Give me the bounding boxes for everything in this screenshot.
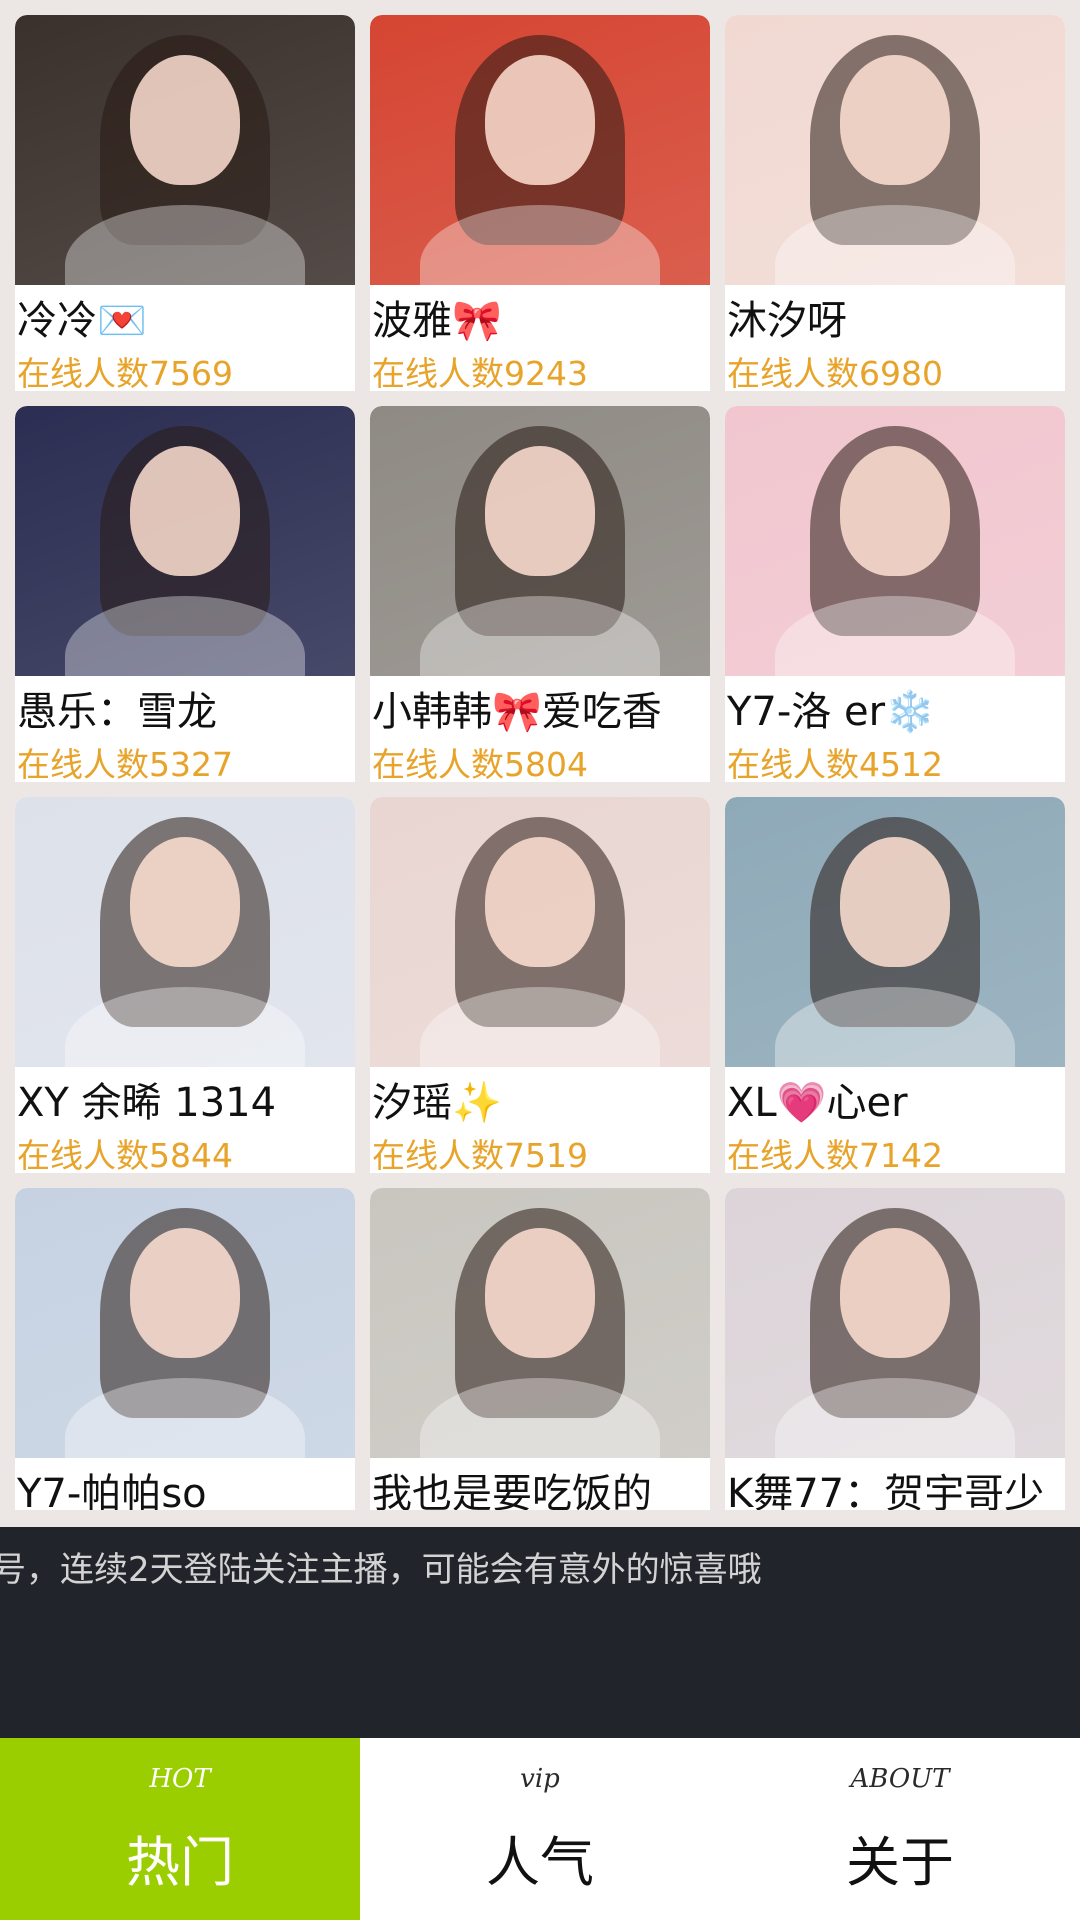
portrait-face xyxy=(485,1228,595,1358)
stream-card[interactable]: 冷冷💌 在线人数7569 xyxy=(15,15,355,391)
streamer-name: 我也是要吃饭的 xyxy=(372,1471,652,1510)
streamer-name: 冷冷💌 xyxy=(17,298,147,344)
stream-card[interactable]: 沐汐呀 在线人数6980 xyxy=(725,15,1065,391)
stream-card[interactable]: 汐瑶✨ 在线人数7519 xyxy=(370,797,710,1173)
bottom-tab-bar: HOT 热门 vip 人气 ABOUT 关于 xyxy=(0,1738,1080,1920)
stream-card[interactable]: XL💗心er 在线人数7142 xyxy=(725,797,1065,1173)
stream-thumbnail[interactable] xyxy=(725,1188,1065,1458)
tab-hot-label: 热门 xyxy=(126,1831,234,1894)
tab-hot[interactable]: HOT 热门 xyxy=(0,1738,360,1920)
online-count: 在线人数5327 xyxy=(17,745,233,782)
stream-thumbnail[interactable] xyxy=(15,15,355,285)
portrait-face xyxy=(485,837,595,967)
streamer-name: Y7-洛 er❄️ xyxy=(727,689,935,735)
streamer-name: 小韩韩🎀爱吃香 xyxy=(372,689,662,735)
portrait-face xyxy=(130,55,240,185)
portrait-face xyxy=(130,837,240,967)
online-count: 在线人数5804 xyxy=(372,745,588,782)
stream-card[interactable]: 小韩韩🎀爱吃香 在线人数5804 xyxy=(370,406,710,782)
stream-thumbnail[interactable] xyxy=(370,797,710,1067)
notice-ticker: 号，连续2天登陆关注主播，可能会有意外的惊喜哦 xyxy=(0,1527,1080,1738)
tab-about-subtitle: ABOUT xyxy=(850,1764,950,1794)
portrait-face xyxy=(485,446,595,576)
tab-vip[interactable]: vip 人气 xyxy=(360,1738,720,1920)
portrait-face xyxy=(130,446,240,576)
portrait-face xyxy=(840,55,950,185)
portrait-face xyxy=(485,55,595,185)
streamer-name: 愚乐：雪龙 xyxy=(17,689,217,735)
portrait-face xyxy=(840,837,950,967)
stream-thumbnail[interactable] xyxy=(15,1188,355,1458)
stream-card[interactable]: 波雅🎀 在线人数9243 xyxy=(370,15,710,391)
online-count: 在线人数7142 xyxy=(727,1136,943,1173)
stream-card[interactable]: 我也是要吃饭的 xyxy=(370,1188,710,1510)
tab-vip-subtitle: vip xyxy=(520,1764,560,1794)
tab-vip-label: 人气 xyxy=(486,1831,594,1894)
notice-text: 号，连续2天登陆关注主播，可能会有意外的惊喜哦 xyxy=(0,1550,762,1590)
stream-card[interactable]: Y7-帕帕so xyxy=(15,1188,355,1510)
stream-thumbnail[interactable] xyxy=(725,15,1065,285)
stream-thumbnail[interactable] xyxy=(15,406,355,676)
stream-thumbnail[interactable] xyxy=(725,797,1065,1067)
tab-about-label: 关于 xyxy=(846,1831,954,1894)
tab-hot-subtitle: HOT xyxy=(149,1764,211,1794)
online-count: 在线人数5844 xyxy=(17,1136,233,1173)
tab-about[interactable]: ABOUT 关于 xyxy=(720,1738,1080,1920)
online-count: 在线人数7569 xyxy=(17,354,233,391)
online-count: 在线人数4512 xyxy=(727,745,943,782)
streamer-name: 沐汐呀 xyxy=(727,298,847,344)
streamer-name: 汐瑶✨ xyxy=(372,1080,502,1126)
stream-grid: 冷冷💌 在线人数7569 波雅🎀 在线人数9243 沐汐呀 在线人数6980 愚… xyxy=(15,15,1065,1510)
portrait-face xyxy=(840,1228,950,1358)
stream-card[interactable]: K舞77：贺宇哥少 xyxy=(725,1188,1065,1510)
streamer-name: XY 余晞 1314 xyxy=(17,1080,277,1126)
stream-card[interactable]: Y7-洛 er❄️ 在线人数4512 xyxy=(725,406,1065,782)
portrait-face xyxy=(840,446,950,576)
online-count: 在线人数9243 xyxy=(372,354,588,391)
stream-thumbnail[interactable] xyxy=(370,406,710,676)
stream-thumbnail[interactable] xyxy=(725,406,1065,676)
streamer-name: 波雅🎀 xyxy=(372,298,502,344)
stream-thumbnail[interactable] xyxy=(15,797,355,1067)
portrait-face xyxy=(130,1228,240,1358)
stream-card[interactable]: XY 余晞 1314 在线人数5844 xyxy=(15,797,355,1173)
streamer-name: Y7-帕帕so xyxy=(17,1471,207,1510)
stream-card[interactable]: 愚乐：雪龙 在线人数5327 xyxy=(15,406,355,782)
stream-thumbnail[interactable] xyxy=(370,15,710,285)
streamer-name: XL💗心er xyxy=(727,1080,908,1126)
streamer-name: K舞77：贺宇哥少 xyxy=(727,1471,1045,1510)
online-count: 在线人数7519 xyxy=(372,1136,588,1173)
stream-thumbnail[interactable] xyxy=(370,1188,710,1458)
online-count: 在线人数6980 xyxy=(727,354,943,391)
